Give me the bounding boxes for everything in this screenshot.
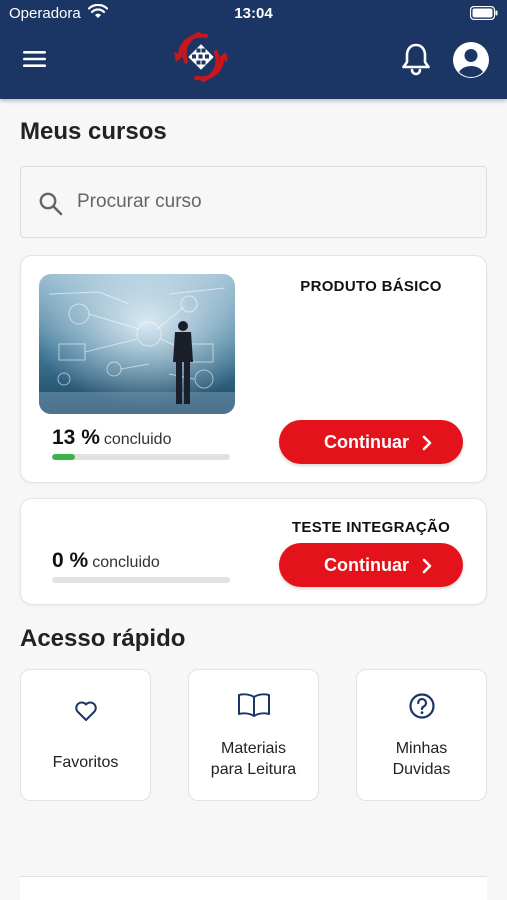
bottom-panel xyxy=(20,876,487,900)
course-card[interactable]: TESTE INTEGRAÇÃO 0 % concluido Continuar xyxy=(20,498,487,605)
bell-icon[interactable] xyxy=(400,42,432,76)
continue-button-label: Continuar xyxy=(324,432,409,452)
continue-button[interactable]: Continuar xyxy=(279,543,463,587)
chevron-right-icon xyxy=(421,558,433,579)
user-circle-icon[interactable] xyxy=(452,41,490,79)
heart-icon xyxy=(21,700,150,727)
search-bar[interactable] xyxy=(20,166,487,238)
app-header: Operadora 13:04 xyxy=(0,0,507,99)
search-input[interactable] xyxy=(77,185,457,219)
quick-access-label: Minhas Duvidas xyxy=(392,740,451,778)
page-title: Meus cursos xyxy=(20,118,167,145)
progress-bar xyxy=(52,454,230,460)
battery-icon xyxy=(469,5,498,24)
search-icon xyxy=(38,191,64,222)
chevron-right-icon xyxy=(421,435,433,456)
course-progress-text: 0 % concluido xyxy=(52,549,160,573)
progress-percent: 0 % xyxy=(52,549,89,572)
progress-bar xyxy=(52,577,230,583)
course-progress-text: 13 % concluido xyxy=(52,426,171,450)
course-thumbnail xyxy=(39,274,235,414)
course-card[interactable]: PRODUTO BÁSICO 13 % concluido Continuar xyxy=(20,255,487,483)
quick-access-label: Materiais para Leitura xyxy=(210,740,297,778)
status-bar: Operadora 13:04 xyxy=(0,0,507,28)
progress-fill xyxy=(52,454,76,460)
quick-access-my-questions[interactable]: Minhas Duvidas xyxy=(356,669,487,801)
continue-button[interactable]: Continuar xyxy=(279,420,463,464)
course-title: TESTE INTEGRAÇÃO xyxy=(291,519,451,536)
progress-label: concluido xyxy=(103,431,172,448)
course-title: PRODUTO BÁSICO xyxy=(300,278,442,295)
help-circle-icon xyxy=(357,692,486,725)
clock: 13:04 xyxy=(234,5,273,22)
progress-label: concluido xyxy=(92,554,160,571)
hamburger-icon[interactable] xyxy=(22,48,48,70)
continue-button-label: Continuar xyxy=(324,555,409,575)
quick-access-favorites[interactable]: Favoritos xyxy=(20,669,151,801)
book-icon xyxy=(189,692,318,723)
progress-percent: 13 % xyxy=(52,426,100,449)
brand-logo-icon xyxy=(172,30,230,84)
quick-access-label: Favoritos xyxy=(52,754,119,771)
quick-access-reading-materials[interactable]: Materiais para Leitura xyxy=(188,669,319,801)
quick-access-title: Acesso rápido xyxy=(20,625,186,652)
